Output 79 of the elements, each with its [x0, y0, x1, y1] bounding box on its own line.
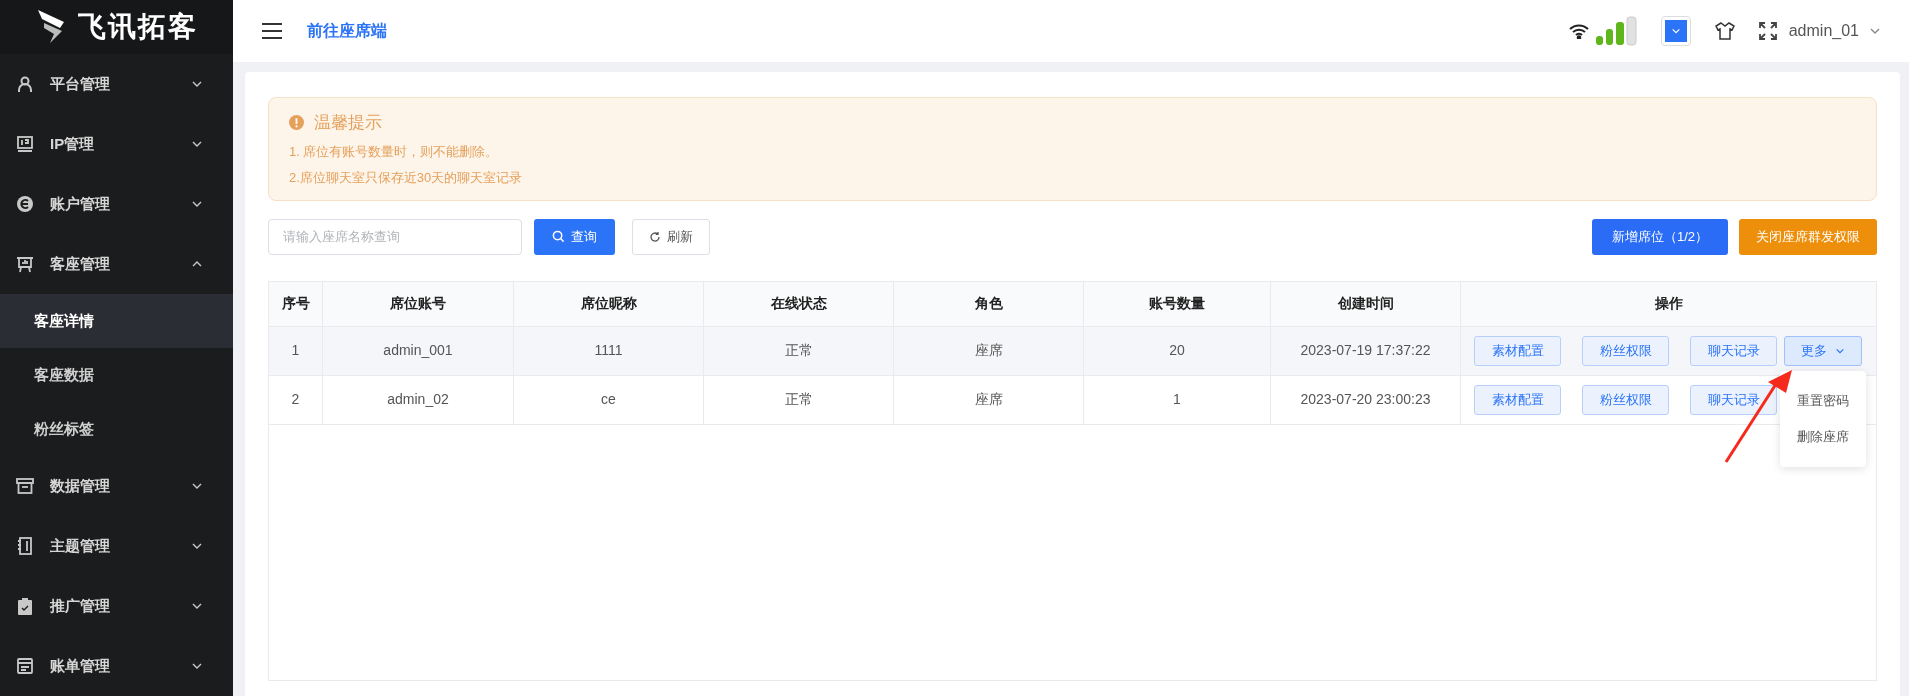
column-header: 操作: [1653, 294, 1684, 313]
menu-label: 客座管理: [50, 253, 111, 274]
presentation-board-icon: [16, 255, 34, 273]
action-button[interactable]: 粉丝权限: [1582, 384, 1669, 415]
action-button[interactable]: 聊天记录: [1690, 335, 1777, 366]
seat-portal-link[interactable]: 前往座席端: [307, 19, 387, 43]
notice-title: 温馨提示: [314, 112, 382, 134]
chevron-down-icon: [1670, 26, 1681, 36]
signal-bars-icon: [1594, 16, 1637, 46]
table-cell: 座席: [894, 326, 1084, 375]
notebook-icon: [16, 537, 34, 555]
table-cell: 正常: [704, 375, 894, 424]
monitor-icon: [16, 135, 34, 153]
refresh-button[interactable]: 刷新: [632, 218, 710, 255]
sidebar-menu-item[interactable]: 主题管理: [0, 516, 233, 576]
sidebar-menu-item[interactable]: 数据管理: [0, 456, 233, 516]
menu-label: 主题管理: [50, 535, 111, 556]
refresh-icon: [649, 230, 661, 243]
wifi-icon: [1568, 23, 1589, 39]
table-cell: 1: [269, 326, 323, 375]
table-cell: 2023-07-20 23:00:23: [1271, 375, 1461, 424]
menu-label: 账户管理: [50, 193, 111, 214]
column-header: 创建时间: [1271, 281, 1461, 326]
table-cell: 2023-07-19 17:37:22: [1271, 326, 1461, 375]
exclamation-icon: [289, 115, 304, 131]
column-header: 席位账号: [323, 281, 514, 326]
sidebar-submenu-item[interactable]: 粉丝标签: [0, 402, 233, 456]
person-icon: [16, 75, 34, 93]
brand-name: 飞讯拓客: [77, 10, 198, 44]
action-button[interactable]: 粉丝权限: [1582, 335, 1669, 366]
action-button[interactable]: 聊天记录: [1690, 384, 1777, 415]
sidebar-submenu-item[interactable]: 客座数据: [0, 348, 233, 402]
dropdown-toggle-button[interactable]: [1660, 16, 1691, 46]
clipboard-icon: [16, 597, 34, 615]
query-button[interactable]: 查询: [534, 218, 615, 255]
sidebar-menu-item[interactable]: 平台管理: [0, 54, 233, 114]
column-header: 在线状态: [704, 281, 894, 326]
notice-text: 1. 席位有账号数量时，则不能删除。: [289, 142, 500, 161]
dropdown-menu-item[interactable]: 重置密码: [1780, 382, 1866, 419]
column-header: 角色: [894, 281, 1084, 326]
table-cell: 20: [1084, 326, 1271, 375]
circle-e-icon: [16, 195, 34, 213]
sidebar-menu-item[interactable]: 账户管理: [0, 174, 233, 234]
archive-box-icon: [16, 477, 34, 495]
sidebar-submenu-item[interactable]: 客座详情: [0, 294, 233, 348]
user-menu[interactable]: admin_01: [1788, 19, 1881, 43]
sidebar-menu-item[interactable]: 账单管理: [0, 636, 233, 696]
column-header: 序号: [269, 281, 323, 326]
sidebar-menu-item[interactable]: IP管理: [0, 114, 233, 174]
sidebar-menu-item[interactable]: 推广管理: [0, 576, 233, 636]
search-field[interactable]: 请输入座席名称查询: [268, 218, 522, 255]
tshirt-icon[interactable]: [1714, 22, 1735, 40]
add-seat-button[interactable]: 新增席位（1/2）: [1591, 218, 1728, 255]
menu-label: 账单管理: [50, 655, 111, 676]
bill-icon: [16, 657, 34, 675]
table-cell: 正常: [704, 326, 894, 375]
menu-label: 数据管理: [50, 475, 111, 496]
more-button[interactable]: 更多: [1784, 335, 1862, 366]
action-button[interactable]: 素材配置: [1474, 335, 1561, 366]
logo-icon: [35, 9, 66, 45]
action-button[interactable]: 素材配置: [1474, 384, 1561, 415]
table-cell: 1111: [514, 326, 704, 375]
column-header: 席位昵称: [514, 281, 704, 326]
table-cell: admin_02: [323, 375, 514, 424]
table-cell: 2: [269, 375, 323, 424]
menu-label: 推广管理: [50, 595, 111, 616]
search-icon: [552, 230, 565, 243]
table-cell: admin_001: [323, 326, 514, 375]
column-header: 账号数量: [1084, 281, 1271, 326]
notice-text: 2.席位聊天室只保存近30天的聊天室记录: [289, 168, 524, 187]
dropdown-menu-item[interactable]: 删除座席: [1780, 418, 1866, 455]
table-cell: 座席: [894, 375, 1084, 424]
table-cell: ce: [514, 375, 704, 424]
menu-icon[interactable]: [261, 22, 283, 40]
menu-label: IP管理: [50, 133, 96, 154]
menu-label: 平台管理: [50, 73, 111, 94]
fullscreen-icon[interactable]: [1758, 22, 1777, 40]
table-cell: 1: [1084, 375, 1271, 424]
sidebar-menu-item[interactable]: 客座管理: [0, 234, 233, 294]
